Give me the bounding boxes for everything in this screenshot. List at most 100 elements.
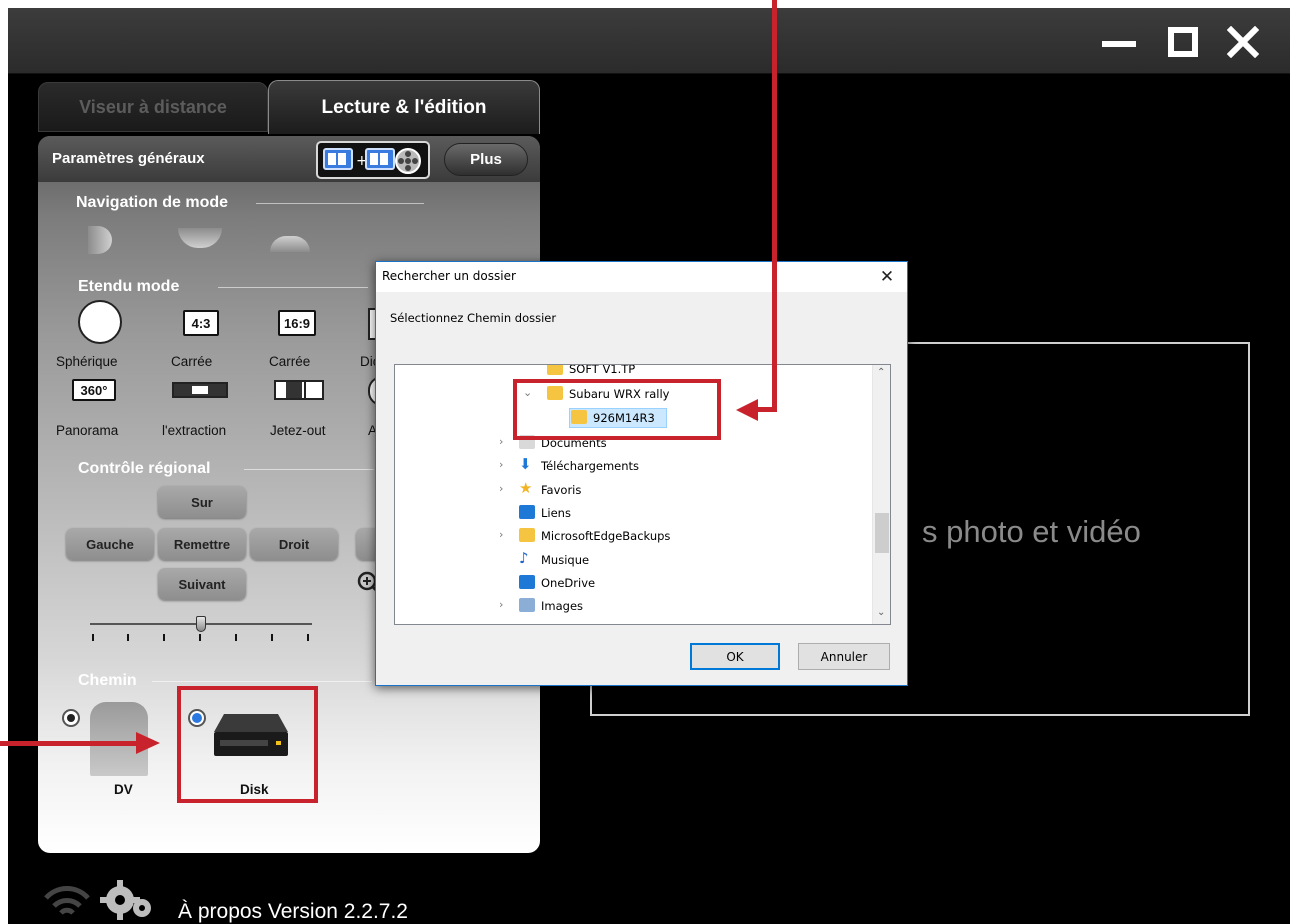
expand-closed-icon[interactable]: › xyxy=(499,482,503,495)
settings-gears-icon[interactable] xyxy=(100,878,156,922)
expand-closed-icon[interactable]: › xyxy=(499,458,503,471)
star-icon: ★ xyxy=(519,479,533,497)
folder-icon xyxy=(547,365,563,375)
section-navigation-mode: Navigation de mode xyxy=(76,194,229,211)
tree-item[interactable]: OneDrive xyxy=(395,572,871,594)
tree-item[interactable]: › Images xyxy=(395,595,871,617)
ok-button[interactable]: OK xyxy=(690,643,780,670)
section-etendu-mode: Etendu mode xyxy=(78,278,180,295)
annotation-arrow-line xyxy=(772,0,777,412)
maximize-icon xyxy=(1168,27,1198,57)
scroll-up-icon[interactable]: ⌃ xyxy=(877,367,885,378)
mode-jetez-out-icon[interactable] xyxy=(274,380,324,400)
region-left-button[interactable]: Gauche xyxy=(66,528,154,560)
path-dv-radio[interactable] xyxy=(62,709,80,727)
section-controle-regional: Contrôle régional xyxy=(78,460,211,477)
annotation-arrow-line xyxy=(0,741,140,746)
mode-label-jetez-out: Jetez-out xyxy=(270,423,326,438)
plus-button[interactable]: Plus xyxy=(444,143,528,176)
tree-item-label: Favoris xyxy=(541,483,582,497)
dialog-instruction: Sélectionnez Chemin dossier xyxy=(390,311,557,325)
cancel-button[interactable]: Annuler xyxy=(798,643,890,670)
annotation-arrowhead-icon xyxy=(736,399,758,421)
expand-closed-icon[interactable]: › xyxy=(499,598,503,611)
dialog-title-bar: Rechercher un dossier ✕ xyxy=(376,262,907,292)
mode-label-carree-43: Carrée xyxy=(171,354,213,369)
annotation-highlight-folder xyxy=(513,379,721,440)
section-divider xyxy=(256,203,424,204)
about-version-text[interactable]: À propos Version 2.2.7.2 xyxy=(178,900,408,924)
zoom-slider[interactable] xyxy=(90,614,312,642)
download-icon: ⬇ xyxy=(519,455,532,473)
region-down-button[interactable]: Suivant xyxy=(158,568,246,600)
merge-clips-button[interactable]: + xyxy=(316,141,430,179)
mode-label-spherique: Sphérique xyxy=(56,354,118,369)
tree-item-label: SOFT V1.TP xyxy=(569,364,636,376)
mode-carree-169-badge[interactable]: 16:9 xyxy=(278,310,316,336)
slider-ticks xyxy=(90,634,312,642)
tree-scrollbar[interactable]: ⌃ ⌄ xyxy=(872,365,890,624)
dialog-close-button[interactable]: ✕ xyxy=(867,262,907,292)
section-divider xyxy=(218,287,368,288)
browse-folder-dialog: Rechercher un dossier ✕ Sélectionnez Che… xyxy=(375,261,908,686)
tree-item[interactable]: ♪ Musique xyxy=(395,549,871,571)
panel-header: Paramètres généraux + Plus xyxy=(38,136,540,182)
tab-lecture-edition[interactable]: Lecture & l'édition xyxy=(268,80,540,134)
annotation-highlight-disk xyxy=(177,686,318,803)
close-icon xyxy=(1227,26,1259,58)
mode-extraction-icon[interactable] xyxy=(172,382,228,398)
preview-placeholder-text: s photo et vidéo xyxy=(922,514,1141,549)
expand-closed-icon[interactable]: › xyxy=(499,528,503,541)
section-divider xyxy=(152,681,372,682)
region-right-button[interactable]: Droit xyxy=(250,528,338,560)
minimize-button[interactable] xyxy=(1098,22,1140,62)
minimize-icon xyxy=(1102,41,1136,47)
tree-item[interactable]: Liens xyxy=(395,502,871,524)
nav-mode-icon-2[interactable] xyxy=(178,228,222,248)
region-up-button[interactable]: Sur xyxy=(158,486,246,518)
nav-mode-icon-1[interactable] xyxy=(88,226,112,254)
annotation-arrow-line xyxy=(756,407,777,412)
images-icon xyxy=(519,598,535,612)
tree-item[interactable]: › MicrosoftEdgeBackups xyxy=(395,525,871,547)
mode-carree-43-badge[interactable]: 4:3 xyxy=(183,310,219,336)
section-chemin: Chemin xyxy=(78,672,137,689)
slider-thumb[interactable] xyxy=(196,616,206,632)
panel-title: Paramètres généraux xyxy=(52,150,205,167)
close-button[interactable] xyxy=(1222,22,1264,62)
tree-item-label: OneDrive xyxy=(541,576,596,590)
expand-closed-icon[interactable]: › xyxy=(499,435,503,448)
music-icon: ♪ xyxy=(519,549,529,567)
nav-mode-icon-3[interactable] xyxy=(270,236,310,252)
tree-item-label: Musique xyxy=(541,553,590,567)
merge-clips-icon: + xyxy=(323,148,421,174)
dialog-title: Rechercher un dossier xyxy=(382,269,516,283)
mode-panorama-badge[interactable]: 360° xyxy=(72,379,116,401)
scroll-thumb[interactable] xyxy=(875,513,889,553)
link-icon xyxy=(519,505,535,519)
mode-spherique-icon[interactable] xyxy=(78,300,122,344)
scroll-down-icon[interactable]: ⌄ xyxy=(877,607,885,618)
wifi-icon[interactable] xyxy=(42,880,92,920)
mode-label-extraction: l'extraction xyxy=(162,423,227,438)
mode-label-carree-169: Carrée xyxy=(269,354,311,369)
region-reset-button[interactable]: Remettre xyxy=(158,528,246,560)
section-divider xyxy=(244,469,374,470)
close-icon: ✕ xyxy=(879,267,895,287)
cloud-icon xyxy=(519,575,535,589)
mode-label-panorama: Panorama xyxy=(56,423,119,438)
tree-item[interactable]: › ★ Favoris xyxy=(395,479,871,501)
tree-item[interactable]: SOFT V1.TP xyxy=(395,364,871,380)
tree-item-label: MicrosoftEdgeBackups xyxy=(541,529,671,543)
tab-viseur-a-distance[interactable]: Viseur à distance xyxy=(38,82,268,132)
tree-item-label: Téléchargements xyxy=(541,459,640,473)
tree-item-label: Images xyxy=(541,599,584,613)
maximize-button[interactable] xyxy=(1162,22,1204,62)
folder-icon xyxy=(519,528,535,542)
tree-item-label: Liens xyxy=(541,506,571,520)
annotation-arrowhead-icon xyxy=(136,732,160,754)
screenshot-stage: Viseur à distance Lecture & l'édition Pa… xyxy=(0,0,1290,924)
path-label-dv: DV xyxy=(114,782,133,797)
tree-item[interactable]: › ⬇ Téléchargements xyxy=(395,455,871,477)
title-bar xyxy=(8,8,1290,74)
